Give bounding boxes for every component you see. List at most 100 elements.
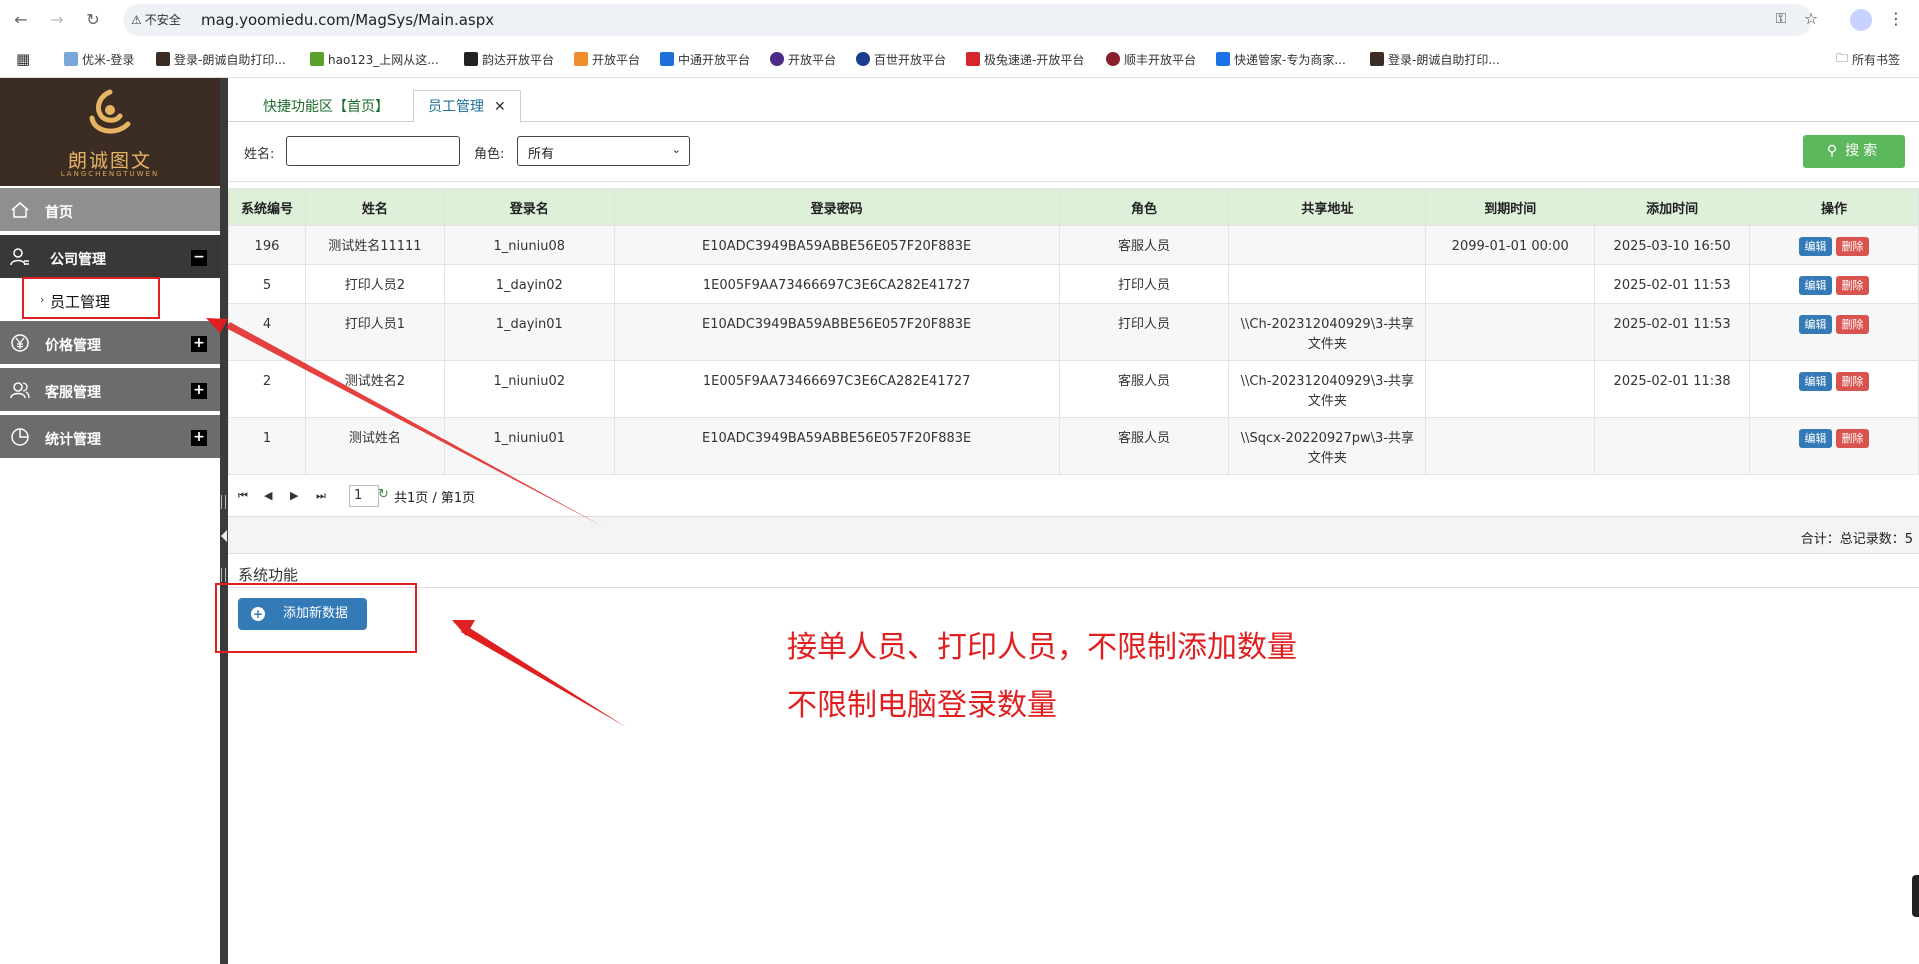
bookmark-2[interactable]: hao123_上网从这... (310, 49, 439, 69)
security-warning[interactable]: ⚠ 不安全 (131, 11, 181, 28)
delete-button[interactable]: 删除 (1836, 372, 1870, 391)
table-row[interactable]: 1 测试姓名 1_niuniu01 E10ADC3949BA59ABBE56E0… (228, 417, 1919, 475)
sidebar-item-stats[interactable]: 统计管理 + (0, 415, 220, 460)
sidebar-item-service[interactable]: 客服管理 + (0, 368, 220, 413)
search-button[interactable]: ⚲ 搜索 (1803, 135, 1905, 168)
staff-table: 系统编号 姓名 登录名 登录密码 角色 共享地址 到期时间 添加时间 操作 19… (228, 188, 1919, 475)
panel-splitter[interactable] (220, 78, 228, 964)
bookmark-0[interactable]: 优米-登录 (64, 49, 134, 69)
delete-button[interactable]: 删除 (1836, 315, 1870, 334)
warning-triangle-icon: ⚠ (131, 12, 142, 27)
apps-grid-icon[interactable]: ▦ (16, 49, 30, 69)
first-page-icon[interactable]: ⏮ (238, 489, 248, 503)
bookmark-favicon-icon (856, 52, 870, 66)
edit-button[interactable]: 编辑 (1799, 429, 1833, 448)
sidebar-item-company[interactable]: 公司管理 − (0, 235, 220, 280)
bookmark-favicon-icon (660, 52, 674, 66)
role-select[interactable]: 所有 ⌄ (517, 136, 690, 166)
name-input[interactable] (286, 136, 460, 166)
bookmark-8[interactable]: 极兔速递-开放平台 (966, 49, 1084, 69)
col-header: 登录密码 (613, 188, 1060, 226)
tab-home[interactable]: 快捷功能区【首页】 (248, 90, 404, 123)
bookmark-6[interactable]: 开放平台 (770, 49, 836, 69)
delete-button[interactable]: 删除 (1836, 276, 1870, 295)
collapse-left-icon[interactable] (221, 530, 227, 542)
bookmark-favicon-icon (64, 52, 78, 66)
bookmark-1[interactable]: 登录-朗诚自助打印... (156, 49, 286, 69)
main-content: 快捷功能区【首页】 员工管理 ✕ 姓名: 角色: 所有 ⌄ ⚲ 搜索 系统编号 … (228, 78, 1919, 964)
address-bar[interactable]: ⚠ 不安全 mag.yoomiedu.com/MagSys/Main.aspx … (123, 4, 1818, 36)
collapse-minus-icon[interactable]: − (191, 250, 207, 266)
close-icon[interactable]: ✕ (494, 99, 506, 115)
search-icon: ⚲ (1826, 143, 1838, 159)
table-row[interactable]: 4 打印人员1 1_dayin01 E10ADC3949BA59ABBE56E0… (228, 303, 1919, 361)
edit-button[interactable]: 编辑 (1799, 237, 1833, 256)
delete-button[interactable]: 删除 (1836, 237, 1870, 256)
home-icon (11, 202, 29, 218)
reload-icon[interactable]: ↻ (82, 9, 104, 31)
profile-avatar[interactable] (1850, 9, 1872, 31)
bookmark-11[interactable]: 登录-朗诚自助打印... (1370, 49, 1500, 69)
table-row[interactable]: 196 测试姓名11111 1_niuniu08 E10ADC3949BA59A… (228, 225, 1919, 265)
col-header: 系统编号 (228, 188, 306, 226)
edit-button[interactable]: 编辑 (1799, 372, 1833, 391)
brand-logo: 朗诚图文 LANGCHENGTUWEN (0, 78, 220, 186)
pager: ⏮ ◀ ▶ ⏭ 1 ↻ 共1页 / 第1页 (228, 476, 1919, 516)
highlight-box-staff (22, 277, 160, 319)
splitter-grip[interactable] (221, 495, 226, 509)
brand-logo-mark-icon (89, 89, 131, 134)
refresh-icon[interactable]: ↻ (378, 487, 389, 502)
prev-page-icon[interactable]: ◀ (264, 489, 272, 502)
bookmark-5[interactable]: 中通开放平台 (660, 49, 750, 69)
page-number-input[interactable]: 1 (349, 485, 379, 507)
tab-bar: 快捷功能区【首页】 员工管理 ✕ (228, 78, 1919, 123)
folder-icon: 🗀 (1836, 50, 1849, 65)
table-header-row: 系统编号 姓名 登录名 登录密码 角色 共享地址 到期时间 添加时间 操作 (228, 188, 1919, 226)
bookmark-favicon-icon (574, 52, 588, 66)
col-header: 添加时间 (1594, 188, 1751, 226)
forward-arrow-icon[interactable]: → (46, 9, 68, 31)
bookmark-7[interactable]: 百世开放平台 (856, 49, 946, 69)
all-bookmarks[interactable]: 🗀 所有书签 (1836, 49, 1900, 69)
expand-plus-icon[interactable]: + (191, 383, 207, 399)
name-label: 姓名: (244, 147, 275, 162)
brand-name-en: LANGCHENGTUWEN (60, 170, 160, 178)
expand-plus-icon[interactable]: + (191, 430, 207, 446)
next-page-icon[interactable]: ▶ (290, 489, 298, 502)
sidebar-item-price[interactable]: 价格管理 + (0, 321, 220, 366)
sidebar-item-home[interactable]: 首页 (0, 188, 220, 233)
role-label: 角色: (474, 147, 505, 162)
col-header: 登录名 (443, 188, 615, 226)
bookmark-3[interactable]: 韵达开放平台 (464, 49, 554, 69)
delete-button[interactable]: 删除 (1836, 429, 1870, 448)
bookmarks-bar: ▦ 优米-登录 登录-朗诚自助打印... hao123_上网从这... 韵达开放… (0, 40, 1919, 78)
star-icon[interactable]: ☆ (1801, 9, 1821, 28)
col-header: 操作 (1749, 188, 1919, 226)
page-info: 共1页 / 第1页 (394, 491, 476, 506)
tab-staff[interactable]: 员工管理 ✕ (413, 90, 521, 123)
bookmark-9[interactable]: 顺丰开放平台 (1106, 49, 1196, 69)
bookmark-favicon-icon (1216, 52, 1230, 66)
table-row[interactable]: 5 打印人员2 1_dayin02 1E005F9AA73466697C3E6C… (228, 264, 1919, 304)
url-text[interactable]: mag.yoomiedu.com/MagSys/Main.aspx (201, 11, 494, 29)
key-icon[interactable]: ⚿ (1771, 11, 1791, 29)
annotation-line-1: 接单人员、打印人员，不限制添加数量 (787, 630, 1297, 665)
users-icon (10, 382, 30, 399)
more-menu-icon[interactable]: ⋮ (1888, 9, 1904, 28)
sidebar: 朗诚图文 LANGCHENGTUWEN 首页 公司管理 − › 员工管理 价格管… (0, 78, 220, 964)
bookmark-10[interactable]: 快递管家-专为商家... (1216, 49, 1346, 69)
expand-plus-icon[interactable]: + (191, 336, 207, 352)
last-page-icon[interactable]: ⏭ (316, 489, 326, 503)
scrollbar-thumb[interactable] (1912, 875, 1919, 917)
table-row[interactable]: 2 测试姓名2 1_niuniu02 1E005F9AA73466697C3E6… (228, 360, 1919, 418)
highlight-box-add (215, 583, 417, 653)
splitter-grip[interactable] (221, 568, 226, 582)
bookmark-favicon-icon (310, 52, 324, 66)
back-arrow-icon[interactable]: ← (10, 9, 32, 31)
total-records: 合计：总记录数：5 (1800, 532, 1913, 547)
bookmark-4[interactable]: 开放平台 (574, 49, 640, 69)
bookmark-favicon-icon (966, 52, 980, 66)
edit-button[interactable]: 编辑 (1799, 276, 1833, 295)
user-admin-icon (10, 248, 29, 266)
edit-button[interactable]: 编辑 (1799, 315, 1833, 334)
